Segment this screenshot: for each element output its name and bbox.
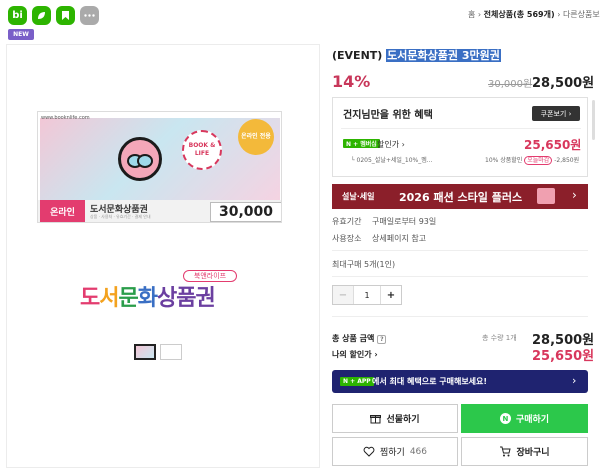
breadcrumb-other-products[interactable]: 다른상품보기 bbox=[563, 10, 600, 19]
browser-toolbar: bi 홈 › 전체상품(총 569개) › 다른상품보기 bbox=[0, 0, 600, 28]
quantity-stepper: − 1 + bbox=[332, 285, 402, 305]
more-apps-icon[interactable] bbox=[80, 6, 99, 25]
quantity-plus-button[interactable]: + bbox=[381, 286, 401, 304]
coupon-detail-label: └ 0205_설날+세일_10%_멤... bbox=[351, 157, 433, 164]
coupon-detail-rate: 10% 상품할인 bbox=[485, 157, 523, 164]
divider bbox=[332, 316, 588, 317]
breadcrumb-home[interactable]: 홈 bbox=[468, 10, 475, 19]
validity-value: 구매일로부터 93일 bbox=[372, 217, 437, 226]
wishlist-count: 466 bbox=[409, 446, 428, 457]
buy-button[interactable]: N 구매하기 bbox=[461, 404, 588, 433]
app-promo-bar[interactable]: N + APP 에서 최대 혜택으로 구매해보세요! › bbox=[332, 370, 588, 393]
brand-logo: 북앤라이프 도서문화상품권 bbox=[80, 270, 250, 312]
validity-row: 유효기간 구매일로부터 93일 bbox=[332, 216, 436, 227]
total-label: 총 상품 금액? bbox=[332, 333, 387, 344]
help-icon[interactable]: ? bbox=[377, 335, 387, 344]
coupon-detail-right: 10% 상품할인 오늘마감 -2,850원 bbox=[485, 155, 580, 165]
npay-app-badge: N + APP bbox=[340, 377, 374, 386]
logo-char: 문 bbox=[118, 286, 139, 311]
coupon-button[interactable]: 쿠폰보기 › bbox=[532, 106, 580, 121]
gift-card-subtext: 상품 · 사용처 · 유효기간 · 결제 안내 bbox=[90, 214, 151, 219]
sale-price: 28,500원 bbox=[532, 76, 595, 91]
coupon-detail-amount: -2,850원 bbox=[554, 157, 580, 164]
illustration-face bbox=[118, 137, 162, 181]
wishlist-button[interactable]: 찜하기 466 bbox=[332, 437, 458, 466]
banner-center-text: 2026 패션 스타일 플러스 bbox=[399, 191, 523, 204]
breadcrumb-all-products[interactable]: 전체상품(총 569개) bbox=[484, 10, 555, 19]
divider bbox=[332, 276, 588, 277]
product-image-panel bbox=[6, 44, 320, 468]
banner-image-icon bbox=[537, 188, 555, 204]
bookmark-app-icon[interactable] bbox=[56, 6, 75, 25]
logo-char: 서 bbox=[99, 286, 119, 311]
member-benefit-box: 건지님만을 위한 혜택 쿠폰보기 › N + 멤버십 할인가 › 25,650원… bbox=[332, 97, 588, 177]
banner-left-text: 설날·세일 bbox=[342, 192, 375, 201]
discount-rate: 14% bbox=[332, 72, 371, 91]
total-label-text: 총 상품 금액 bbox=[332, 334, 375, 343]
gift-button[interactable]: 선물하기 bbox=[332, 404, 458, 433]
logo-char: 화 bbox=[137, 286, 158, 311]
gift-icon bbox=[370, 415, 382, 424]
total-count: 총 수량 1개 bbox=[482, 334, 517, 342]
usage-place-row: 사용장소 상세페이지 참고 bbox=[332, 233, 426, 244]
thumbnail-1[interactable] bbox=[134, 344, 156, 360]
title-text: 도서문화상품권 3만원권 bbox=[386, 49, 501, 62]
logo-char: 상품권 bbox=[157, 286, 216, 311]
usage-place-label: 사용장소 bbox=[332, 234, 362, 243]
divider bbox=[332, 250, 588, 251]
breadcrumb-separator: › bbox=[557, 10, 561, 19]
gift-card-amount: 30,000 bbox=[210, 202, 281, 222]
leaf-app-icon[interactable] bbox=[32, 6, 51, 25]
online-label: 온라인 bbox=[40, 200, 85, 222]
my-discount-label[interactable]: 나의 할인가 › bbox=[332, 349, 378, 360]
product-title: (EVENT) 도서문화상품권 3만원권 bbox=[332, 47, 501, 63]
npay-membership-badge: N + 멤버십 bbox=[343, 139, 380, 148]
gift-card-image[interactable]: www.booknlife.com BOOK & LIFE 온라인 전용 온라인… bbox=[37, 111, 282, 223]
my-discount-amount: 25,650원 bbox=[532, 349, 595, 364]
cart-button[interactable]: 장바구니 bbox=[461, 437, 588, 466]
book-life-emblem: BOOK & LIFE bbox=[182, 130, 222, 170]
npay-icon: N bbox=[499, 413, 511, 424]
max-purchase-text: 최대구매 5개(1인) bbox=[332, 260, 396, 269]
quantity-input[interactable]: 1 bbox=[353, 286, 381, 304]
breadcrumb: 홈 › 전체상품(총 569개) › 다른상품보기 bbox=[468, 9, 600, 20]
cart-label: 장바구니 bbox=[516, 448, 550, 458]
divider bbox=[341, 128, 581, 129]
title-prefix: (EVENT) bbox=[332, 49, 383, 62]
breadcrumb-separator: › bbox=[477, 10, 482, 19]
gift-button-label: 선물하기 bbox=[386, 415, 420, 425]
bi-logo-label: bi bbox=[12, 10, 23, 21]
quantity-minus-button[interactable]: − bbox=[333, 286, 353, 304]
bi-logo-icon[interactable]: bi bbox=[8, 6, 27, 25]
app-promo-arrow-icon: › bbox=[572, 374, 577, 387]
discount-price-label[interactable]: 할인가 › bbox=[377, 139, 405, 150]
today-deadline-pill: 오늘마감 bbox=[524, 156, 553, 165]
promo-banner[interactable]: 설날·세일 2026 패션 스타일 플러스 › bbox=[332, 184, 588, 209]
banner-arrow-icon: › bbox=[572, 188, 577, 202]
gift-card-url: www.booknlife.com bbox=[41, 115, 90, 121]
online-only-stamp: 온라인 전용 bbox=[238, 119, 274, 155]
thumbnail-2[interactable] bbox=[160, 344, 182, 360]
coupon-detail-text: 0205_설날+세일_10%_멤... bbox=[356, 157, 433, 164]
logo-wordmark: 도서문화상품권 bbox=[80, 280, 216, 312]
app-promo-text: 에서 최대 혜택으로 구매해보세요! bbox=[372, 377, 488, 386]
usage-place-value: 상세페이지 참고 bbox=[372, 234, 427, 243]
heart-icon bbox=[363, 446, 375, 457]
cart-icon bbox=[500, 446, 512, 457]
validity-label: 유효기간 bbox=[332, 217, 362, 226]
discount-price: 25,650원 bbox=[524, 138, 582, 152]
buy-button-label: 구매하기 bbox=[515, 415, 550, 425]
original-price: 30,000원 bbox=[488, 79, 533, 90]
benefit-title: 건지님만을 위한 혜택 bbox=[343, 110, 433, 121]
wishlist-label: 찜하기 bbox=[379, 448, 405, 458]
new-badge: NEW bbox=[8, 29, 34, 40]
logo-char: 도 bbox=[80, 286, 100, 311]
scrollbar[interactable] bbox=[592, 100, 595, 140]
